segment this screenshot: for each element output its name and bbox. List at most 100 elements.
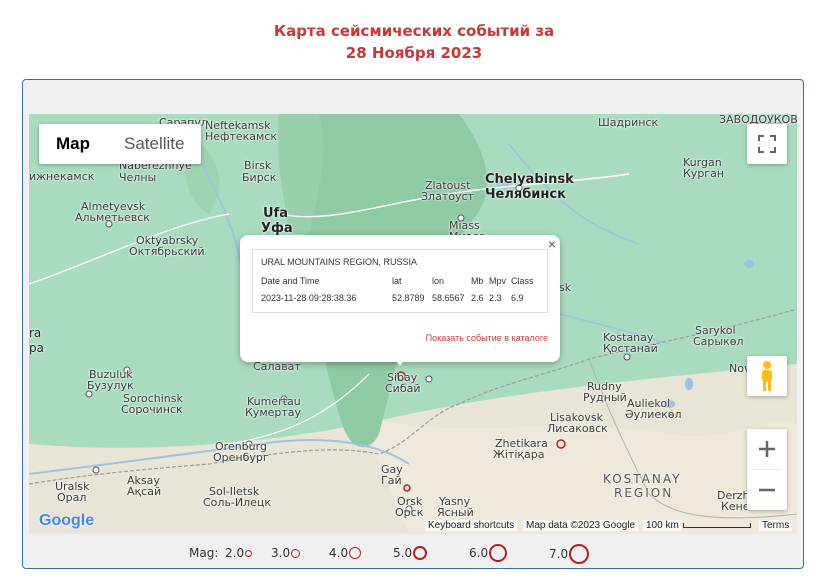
terms-link[interactable]: Terms (759, 520, 793, 531)
map-label: Сарыкөл (693, 335, 744, 348)
magnitude-circle-icon (569, 544, 590, 564)
magnitude-circle-icon (349, 547, 362, 559)
map-label: Соль-Илецк (203, 496, 272, 509)
close-icon[interactable]: × (548, 236, 556, 252)
legend-item: 2.0 (225, 546, 253, 560)
map-label: Сибай (385, 382, 421, 395)
street-view-button[interactable] (747, 356, 787, 396)
zoom-in-button[interactable] (747, 429, 787, 469)
legend-item: 3.0 (271, 546, 301, 560)
title-line-2: 28 Ноября 2023 (345, 44, 483, 62)
magnitude-circle-icon (245, 549, 253, 557)
map-label: Қостанай (603, 342, 658, 355)
map-label: ra (29, 326, 42, 340)
magnitude-legend: Mag: 2.0 3.0 4.0 5.0 6.0 7.0 (23, 544, 805, 566)
map-panel: Сарапул Neftekamsk Нефтекамск ижнекамск … (22, 79, 804, 569)
map-label: Жітіқара (493, 448, 545, 461)
map-label: Ясный (437, 506, 474, 519)
header-cell: lon (432, 275, 445, 286)
event-marker[interactable] (403, 484, 411, 492)
fullscreen-button[interactable] (747, 124, 787, 164)
legend-value: 3.0 (271, 546, 291, 560)
google-logo[interactable]: Google (39, 512, 94, 530)
map-label: Лисаковск (547, 422, 608, 435)
map-label: Орск (395, 506, 424, 519)
magnitude-circle-icon (291, 548, 301, 558)
event-info-box: URAL MOUNTAINS REGION, RUSSIA Date and T… (252, 249, 548, 313)
page-title: Карта сейсмических событий за 28 Ноября … (0, 20, 824, 64)
legend-value: 7.0 (549, 547, 569, 561)
value-cell: 6.9 (511, 292, 524, 303)
event-table: Date and Time lat lon Mb Mpv Class 2023-… (261, 272, 538, 306)
map-type-satellite-button[interactable]: Satellite (107, 124, 201, 164)
title-line-1: Карта сейсмических событий за (273, 22, 555, 40)
map-label: Ақсай (127, 485, 162, 498)
value-cell: 2.6 (471, 292, 484, 303)
legend-item: 5.0 (393, 546, 428, 560)
legend-value: 4.0 (329, 546, 349, 560)
map-label: Челябинск (485, 187, 566, 202)
map-label: ра (29, 341, 44, 355)
event-info-window: × URAL MOUNTAINS REGION, RUSSIA Date and… (240, 235, 560, 366)
header-cell: lat (392, 275, 402, 286)
map-label: Ufa (263, 206, 288, 221)
map-label: ижнекамск (29, 170, 95, 183)
value-cell: 2023-11-28 09:28:38.36 (261, 292, 357, 303)
map-label: Альметьевск (75, 211, 150, 224)
event-table-header: Date and Time lat lon Mb Mpv Class (261, 272, 538, 289)
map-type-control: Map Satellite (39, 124, 202, 164)
pegman-icon (762, 361, 772, 391)
map-label: Chelyabinsk (485, 172, 574, 187)
legend-label: Mag: (189, 546, 219, 560)
magnitude-circle-icon (489, 544, 508, 562)
magnitude-circle-icon (413, 546, 428, 560)
keyboard-shortcuts-link[interactable]: Keyboard shortcuts (425, 520, 518, 531)
value-cell: 52.8789 (392, 292, 425, 303)
fullscreen-icon (758, 135, 776, 153)
map-label: Рудный (583, 391, 627, 404)
legend-item: 7.0 (549, 544, 590, 564)
value-cell: 2.3 (489, 292, 502, 303)
scale-label[interactable]: 100 km (643, 520, 682, 531)
map-label: Уфа (261, 221, 293, 236)
plus-icon (759, 441, 775, 457)
map-label: Бузулук (87, 379, 134, 392)
map-label: sk (559, 281, 572, 294)
map-label: Орал (57, 491, 87, 504)
event-marker[interactable] (556, 439, 566, 449)
map-label: Челны (119, 171, 157, 184)
zoom-control (747, 429, 787, 510)
map-label: Нефтекамск (205, 130, 277, 143)
header-cell: Mb (471, 275, 484, 286)
map-label: REGION (614, 486, 674, 500)
map-data-attribution: Map data ©2023 Google (523, 520, 639, 531)
map-label: Кумертау (245, 406, 302, 419)
catalog-link[interactable]: Показать событие в каталоге (426, 333, 548, 343)
map-label: Салават (253, 360, 301, 373)
scale-bar (683, 523, 751, 528)
map-label: KOSTANAY (603, 472, 682, 486)
header-cell: Class (511, 275, 534, 286)
legend-value: 2.0 (225, 546, 245, 560)
map-label: Златоуст (421, 190, 474, 203)
header-cell: Date and Time (261, 275, 320, 286)
legend-value: 6.0 (469, 546, 489, 560)
map-label: Әулиекөл (625, 408, 682, 421)
header-cell: Mpv (489, 275, 507, 286)
map-label: Кене (721, 500, 750, 513)
map-type-map-button[interactable]: Map (39, 124, 107, 164)
zoom-out-button[interactable] (747, 470, 787, 510)
map-label: Шадринск (598, 116, 659, 129)
map-label: Октябрьский (129, 245, 205, 258)
map-label: Гай (381, 474, 402, 487)
map-label: Курган (683, 167, 725, 180)
legend-value: 5.0 (393, 546, 413, 560)
legend-item: 6.0 (469, 544, 508, 562)
event-region: URAL MOUNTAINS REGION, RUSSIA (261, 257, 418, 267)
event-table-row: 2023-11-28 09:28:38.36 52.8789 58.6567 2… (261, 289, 538, 306)
map-canvas[interactable]: Сарапул Neftekamsk Нефтекамск ижнекамск … (29, 114, 797, 534)
map-label: Бирск (242, 171, 277, 184)
map-label: Сорочинск (121, 403, 183, 416)
map-label: Оренбург (213, 451, 269, 464)
minus-icon (759, 488, 775, 492)
